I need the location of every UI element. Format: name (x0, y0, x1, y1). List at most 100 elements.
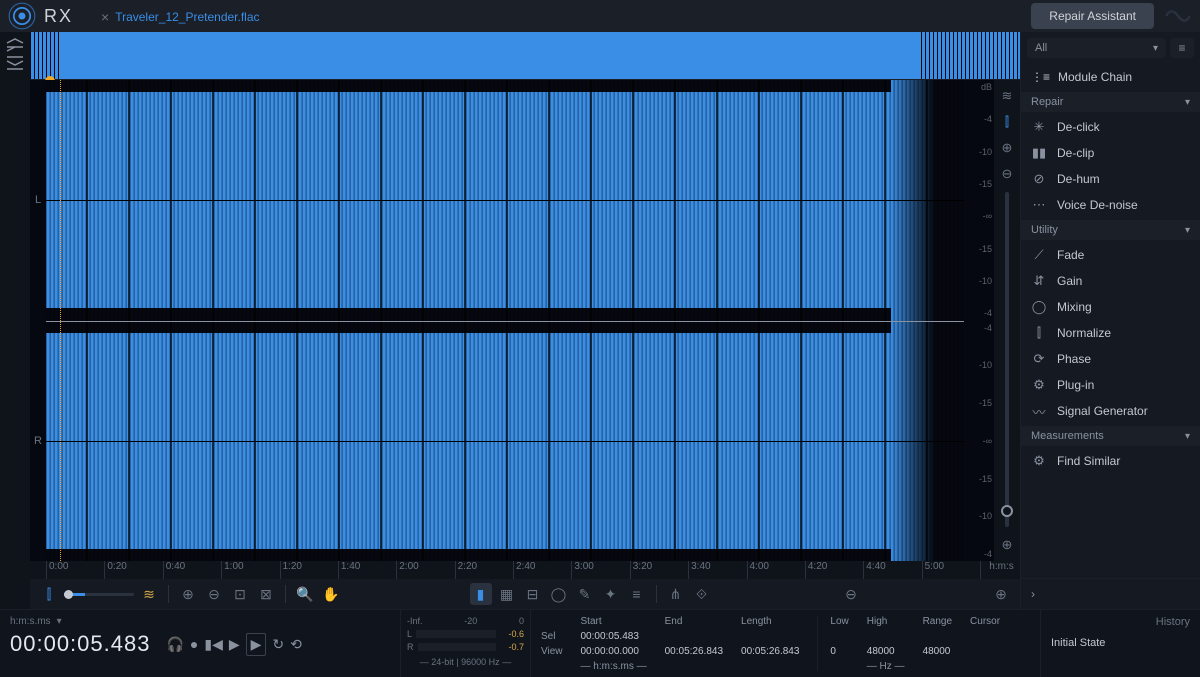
meter-l-label: L (407, 629, 412, 639)
module-mixing[interactable]: ◯Mixing (1021, 294, 1200, 320)
waveform-toggle-icon[interactable] (1164, 2, 1192, 30)
category-measurements[interactable]: Measurements▾ (1021, 426, 1200, 446)
playhead-line (60, 80, 61, 561)
module-fade[interactable]: ⟋Fade (1021, 242, 1200, 268)
zoom-in-icon[interactable]: ⊕ (177, 583, 199, 605)
time-select-icon[interactable]: ▮ (470, 583, 492, 605)
sidebar-expand-icon[interactable]: › (1021, 578, 1200, 609)
time-format-chevron-icon[interactable]: ▾ (57, 616, 62, 627)
zoom-out-icon[interactable]: ⊖ (203, 583, 225, 605)
play-icon[interactable]: ▶ (229, 636, 240, 653)
zoom-selection-icon[interactable]: ⊡ (229, 583, 251, 605)
close-tab-icon[interactable]: × (101, 9, 109, 25)
grab-tool-icon[interactable]: ✋ (320, 583, 342, 605)
module-signal-generator[interactable]: 〰Signal Generator (1021, 398, 1200, 424)
plugin-icon: ⚙ (1031, 377, 1047, 393)
freq-low-value[interactable]: 0 (830, 646, 848, 657)
overview-waveform[interactable] (30, 32, 1020, 80)
invert-select-icon[interactable]: ⟐ (691, 583, 713, 605)
play-selection-icon[interactable]: ▶ (246, 633, 267, 656)
zoom-out-h-icon[interactable]: ⊖ (840, 583, 862, 605)
time-format-label[interactable]: h:m:s.ms (10, 616, 51, 627)
de-hum-icon: ⊘ (1031, 171, 1047, 187)
phase-icon: ⟳ (1031, 351, 1047, 367)
file-tab-label: Traveler_12_Pretender.flac (115, 10, 259, 24)
module-gain[interactable]: ⇵Gain (1021, 268, 1200, 294)
collapse-bottom-icon[interactable] (5, 56, 25, 70)
module-menu-icon[interactable]: ≡ (1170, 38, 1194, 58)
level-meter-left (416, 630, 496, 638)
brush-select-icon[interactable]: ✎ (574, 583, 596, 605)
zoom-out-vertical-icon[interactable]: ⊖ (1002, 166, 1013, 182)
normalize-icon: ⫿ (1031, 325, 1047, 341)
vertical-zoom-slider[interactable] (1005, 192, 1009, 527)
waveform-display-icon[interactable]: ⫿ (38, 583, 60, 605)
freq-select-icon[interactable]: ⊟ (522, 583, 544, 605)
module-voice-denoise[interactable]: ⋯Voice De-noise (1021, 192, 1200, 218)
module-chain-button[interactable]: ⋮≡Module Chain (1021, 64, 1200, 90)
main-waveform[interactable] (46, 80, 964, 561)
waveform-view-icon[interactable]: ⫿ (1005, 114, 1009, 130)
spectrogram-display-icon[interactable]: ≋ (138, 583, 160, 605)
voice-denoise-icon: ⋯ (1031, 197, 1047, 213)
find-similar-icon: ⚙ (1031, 453, 1047, 469)
module-de-click[interactable]: ✳De-click (1021, 114, 1200, 140)
meter-r-peak: -0.7 (500, 642, 524, 652)
rewind-icon[interactable]: ▮◀ (204, 636, 222, 653)
opacity-slider[interactable] (64, 593, 134, 596)
freq-high-value[interactable]: 48000 (867, 646, 905, 657)
zoom-fit-icon[interactable]: ⊠ (255, 583, 277, 605)
app-name: RX (44, 6, 73, 27)
channel-left-label: L (30, 80, 46, 321)
timeline-ruler[interactable]: 0:000:200:401:001:201:402:002:202:403:00… (30, 561, 1020, 579)
module-plugin[interactable]: ⚙Plug-in (1021, 372, 1200, 398)
freq-range-value[interactable]: 48000 (923, 646, 952, 657)
zoom-in-vertical-icon[interactable]: ⊕ (1002, 140, 1013, 156)
category-utility[interactable]: Utility▾ (1021, 220, 1200, 240)
spectrogram-toggle-icon[interactable]: ≋ (1002, 88, 1013, 104)
wand-select-icon[interactable]: ✦ (600, 583, 622, 605)
module-phase[interactable]: ⟳Phase (1021, 346, 1200, 372)
app-logo-icon (8, 2, 36, 30)
de-click-icon: ✳ (1031, 119, 1047, 135)
zoom-reset-vertical-icon[interactable]: ⊕ (1002, 537, 1013, 553)
sel-start-value[interactable]: 00:00:05.483 (581, 631, 647, 642)
de-clip-icon: ▮▮ (1031, 145, 1047, 161)
module-find-similar[interactable]: ⚙Find Similar (1021, 448, 1200, 474)
view-start-value[interactable]: 00:00:00.000 (581, 646, 647, 657)
category-repair[interactable]: Repair▾ (1021, 92, 1200, 112)
channel-right-label: R (30, 321, 46, 562)
audio-format: 24-bit | 96000 Hz (431, 657, 499, 667)
history-entry[interactable]: Initial State (1051, 634, 1190, 652)
row-sel-label: Sel (541, 631, 563, 642)
loop-icon[interactable]: ↻ (272, 636, 284, 653)
gain-icon: ⇵ (1031, 273, 1047, 289)
deselect-icon[interactable]: ⋔ (665, 583, 687, 605)
history-title: History (1051, 616, 1190, 628)
level-meter-right (418, 643, 497, 651)
db-scale: dB -4-10-15-∞-15-10-4 -4-10-15-∞-15-10-4 (964, 80, 994, 561)
module-filter-dropdown[interactable]: All▾ (1027, 38, 1166, 58)
view-length-value[interactable]: 00:05:26.843 (741, 646, 799, 657)
module-normalize[interactable]: ⫿Normalize (1021, 320, 1200, 346)
file-tab[interactable]: × Traveler_12_Pretender.flac (89, 1, 272, 31)
headphones-icon[interactable]: 🎧 (166, 636, 183, 653)
meter-l-peak: -0.6 (500, 629, 524, 639)
meter-r-label: R (407, 642, 414, 652)
harmonic-select-icon[interactable]: ≡ (626, 583, 648, 605)
module-de-hum[interactable]: ⊘De-hum (1021, 166, 1200, 192)
repair-assistant-button[interactable]: Repair Assistant (1031, 3, 1154, 29)
current-time: 00:00:05.483 (10, 631, 150, 657)
module-de-clip[interactable]: ▮▮De-clip (1021, 140, 1200, 166)
view-end-value[interactable]: 00:05:26.843 (665, 646, 723, 657)
row-view-label: View (541, 646, 563, 657)
collapse-top-icon[interactable] (5, 38, 25, 52)
zoom-tool-icon[interactable]: 🔍 (294, 583, 316, 605)
lasso-select-icon[interactable]: ◯ (548, 583, 570, 605)
time-freq-select-icon[interactable]: ▦ (496, 583, 518, 605)
mixing-icon: ◯ (1031, 299, 1047, 315)
record-icon[interactable]: ● (190, 636, 198, 652)
loop-mode-icon[interactable]: ⟲ (290, 636, 302, 653)
signal-gen-icon: 〰 (1031, 403, 1047, 419)
zoom-in-h-icon[interactable]: ⊕ (990, 583, 1012, 605)
